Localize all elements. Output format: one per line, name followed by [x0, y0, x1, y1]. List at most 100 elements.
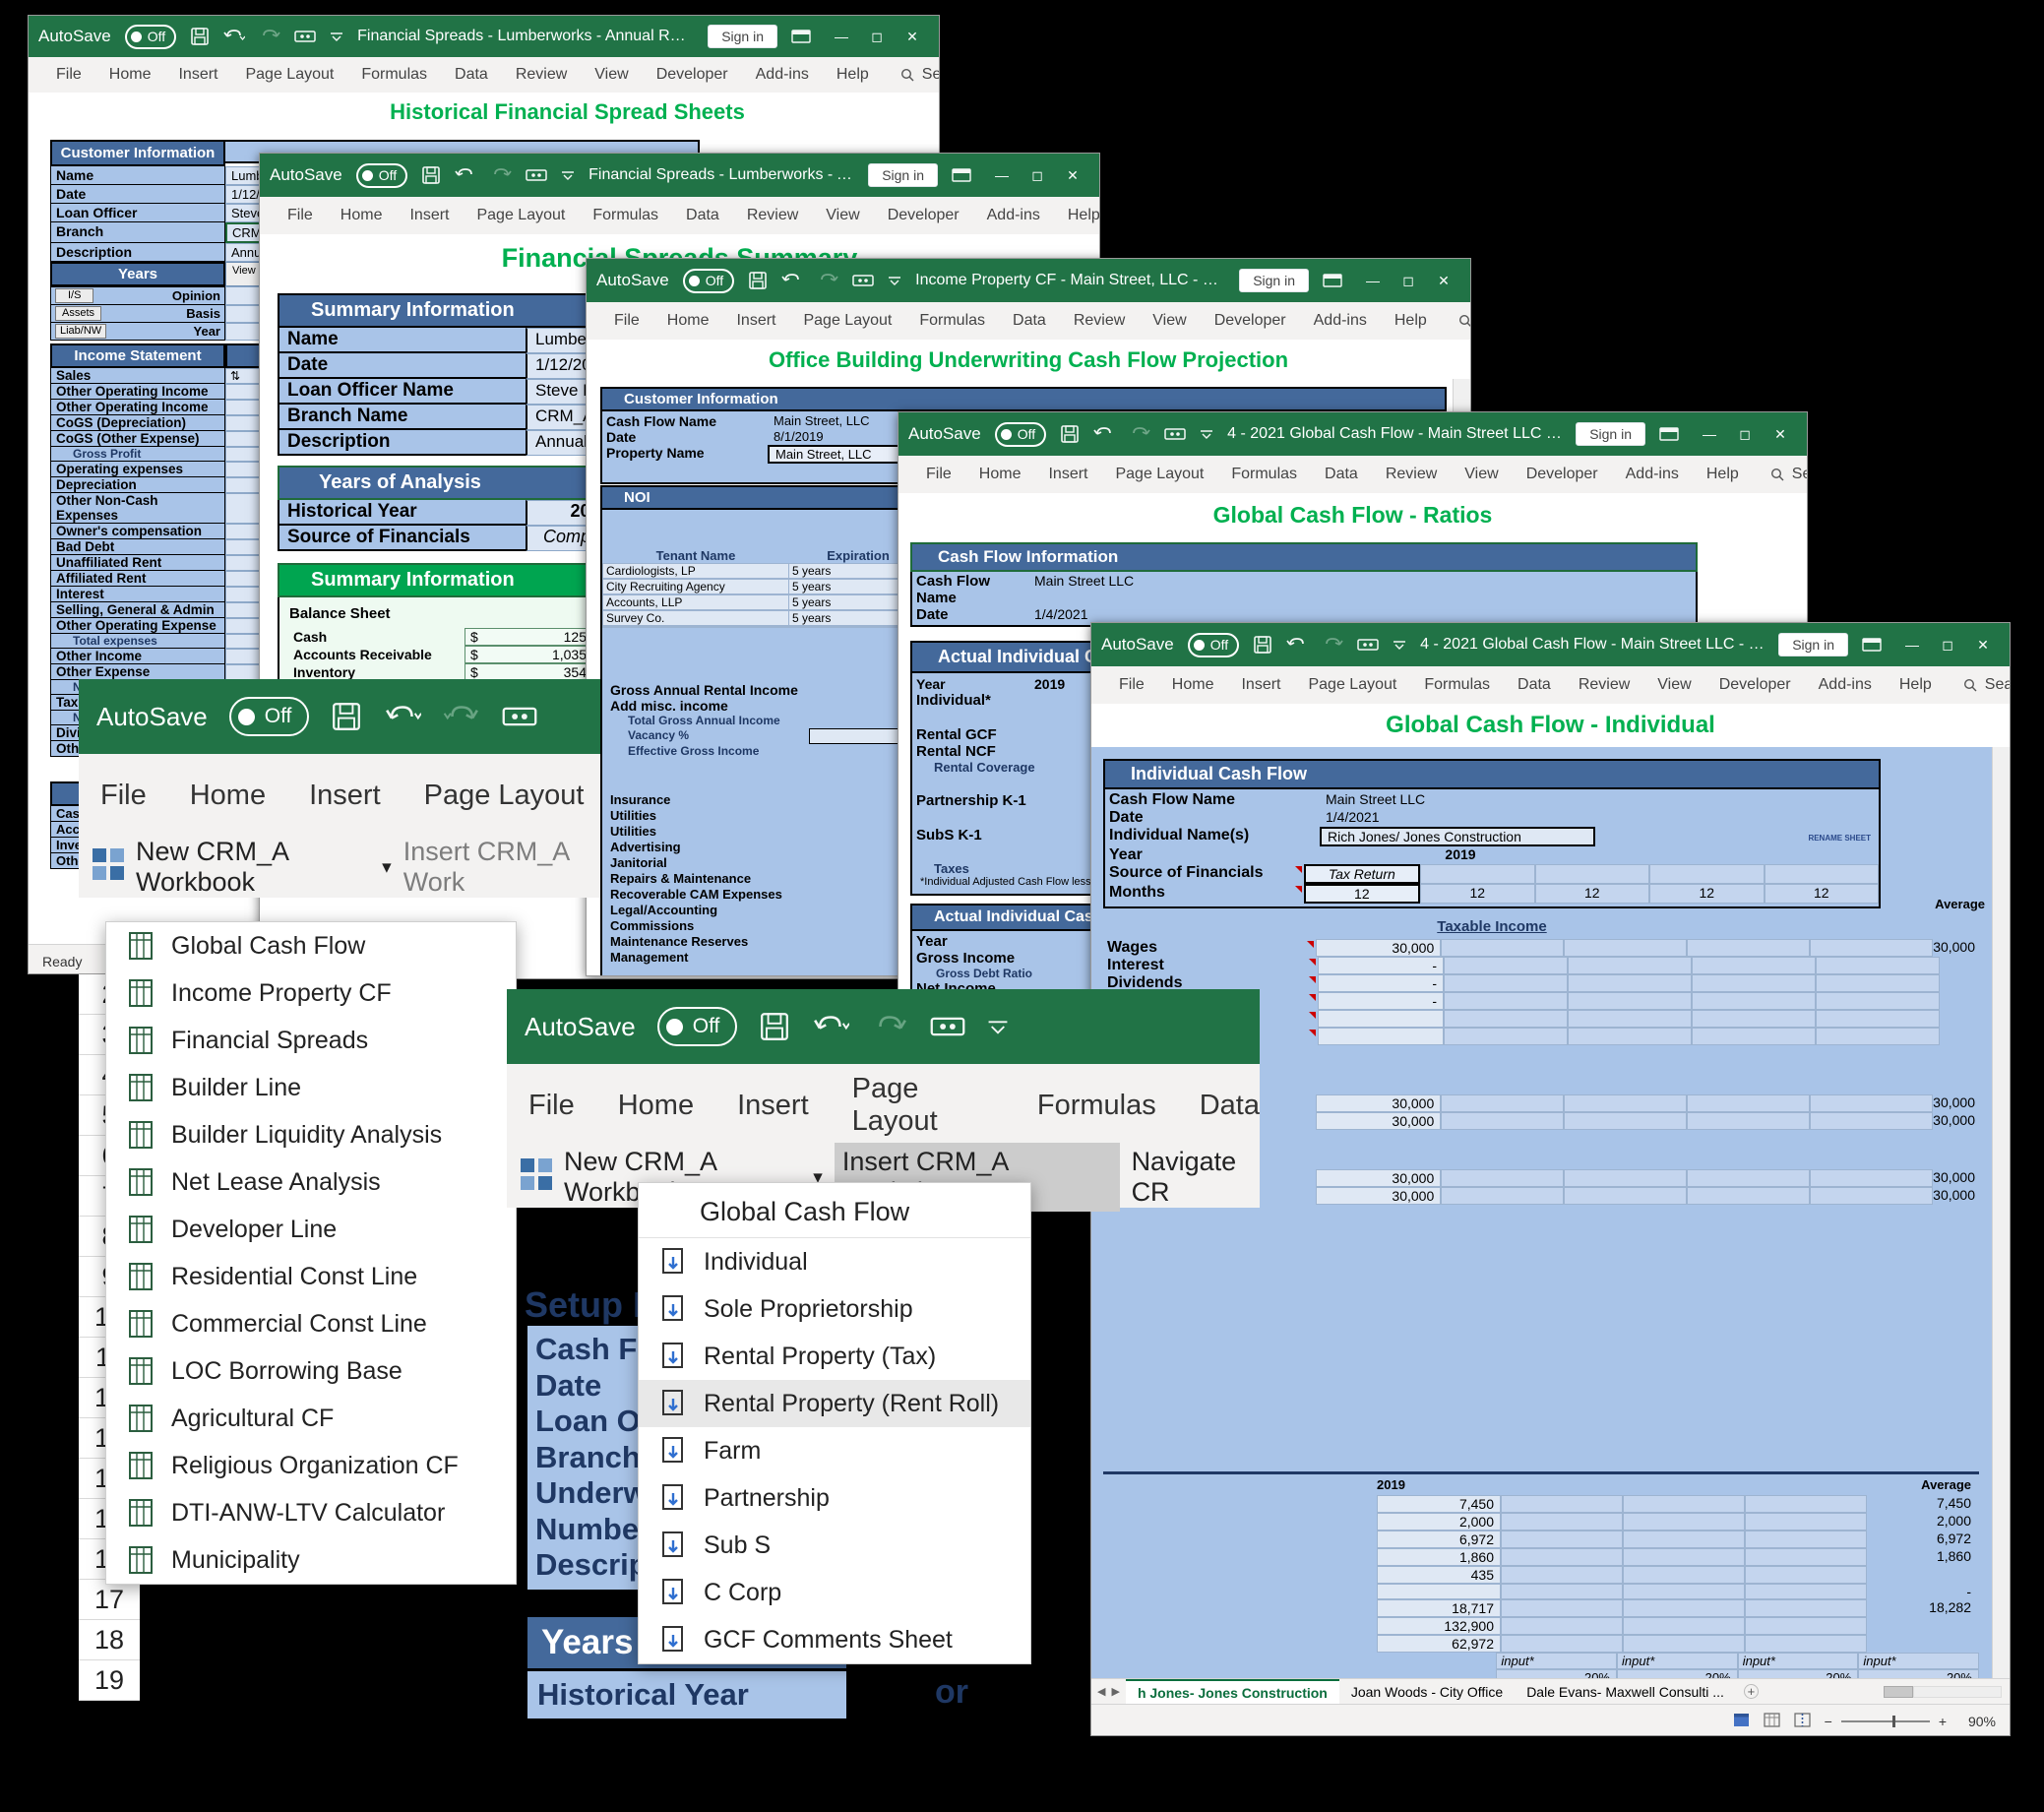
zoom-out-icon[interactable]: −	[1825, 1714, 1832, 1729]
save-icon[interactable]	[759, 1011, 790, 1042]
undo-icon[interactable]	[384, 702, 422, 731]
menu-item-0[interactable]: Global Cash Flow	[106, 922, 516, 969]
close-button[interactable]: ✕	[1056, 160, 1089, 190]
undo-icon[interactable]	[812, 1012, 850, 1041]
ribbon-tab-view[interactable]: View	[1643, 676, 1704, 694]
ribbon-tabs[interactable]: File Home Insert Page Layout Formulas Da…	[29, 57, 939, 93]
col-4[interactable]	[1745, 1635, 1867, 1653]
quick-access-more-icon[interactable]	[561, 170, 575, 180]
ribbon-tab-page-layout[interactable]: Page Layout	[424, 780, 585, 812]
autosave-toggle[interactable]: Off	[124, 24, 177, 49]
insert-crm-worksheet-menu[interactable]: Global Cash Flow Individual Sole Propriet…	[638, 1182, 1031, 1664]
search-box[interactable]: Search	[900, 66, 939, 84]
col-4[interactable]	[1692, 1028, 1816, 1045]
col-3[interactable]	[1623, 1617, 1745, 1635]
menu-item-7[interactable]: C Corp	[639, 1569, 1030, 1616]
col-3[interactable]	[1564, 1094, 1688, 1112]
col-3[interactable]	[1568, 1010, 1692, 1028]
row-value[interactable]: 12	[1303, 884, 1421, 904]
ribbon-tab-formulas[interactable]: Formulas	[579, 207, 672, 224]
row-value[interactable]: Main Street LLC	[1034, 573, 1696, 606]
ribbon-tab-data[interactable]: Data	[1311, 466, 1372, 483]
quick-access-more-icon[interactable]	[1393, 640, 1406, 650]
col-5[interactable]	[1764, 864, 1879, 884]
autosave-toggle[interactable]: Off	[682, 268, 735, 293]
horizontal-scrollbar[interactable]	[1884, 1685, 2002, 1698]
col-3[interactable]	[1534, 864, 1650, 884]
autosave-toggle[interactable]: Off	[355, 162, 408, 188]
col-5[interactable]	[1810, 1112, 1934, 1130]
page-break-view-icon[interactable]	[1794, 1712, 1811, 1730]
new-crm-workbook-button[interactable]: New CRM_A Workbook	[136, 837, 370, 898]
row-value[interactable]: 1/4/2021	[1320, 809, 1595, 827]
row-value[interactable]	[1318, 1010, 1444, 1028]
maximize-button[interactable]: ◻	[1728, 419, 1762, 449]
chevron-down-icon[interactable]: ▾	[382, 856, 392, 879]
ribbon-display-options-icon[interactable]	[1862, 637, 1882, 653]
ribbon-tab-developer[interactable]: Developer	[874, 207, 973, 224]
input-cell[interactable]: input*	[1496, 1653, 1618, 1669]
close-button[interactable]: ✕	[896, 22, 929, 51]
quick-access-more-icon[interactable]	[330, 31, 343, 41]
ribbon-tab-data[interactable]: Data	[1200, 1090, 1260, 1122]
menu-item-4[interactable]: Farm	[639, 1427, 1030, 1474]
ribbon-tab-addins[interactable]: Add-ins	[973, 207, 1054, 224]
touch-mode-icon[interactable]	[852, 273, 874, 288]
ribbon-tab-review[interactable]: Review	[502, 66, 581, 84]
menu-item-8[interactable]: GCF Comments Sheet	[639, 1616, 1030, 1663]
ribbon-tab-file[interactable]: File	[912, 466, 965, 483]
row-number[interactable]: 18	[79, 1620, 140, 1660]
input-cell[interactable]: input*	[1617, 1653, 1738, 1669]
col-3[interactable]	[1564, 1169, 1688, 1187]
ribbon-tab-home[interactable]: Home	[327, 207, 397, 224]
save-icon[interactable]	[748, 271, 768, 290]
col-2[interactable]	[1501, 1548, 1623, 1566]
quick-access-more-icon[interactable]	[1200, 429, 1213, 439]
ribbon-tab-data[interactable]: Data	[441, 66, 502, 84]
save-icon[interactable]	[1060, 424, 1080, 444]
col-4[interactable]	[1745, 1513, 1867, 1531]
col-4[interactable]	[1687, 1094, 1811, 1112]
normal-view-icon[interactable]	[1733, 1713, 1750, 1730]
col-3[interactable]	[1568, 974, 1692, 992]
ribbon-tab-review[interactable]: Review	[1565, 676, 1643, 694]
minimize-button[interactable]: —	[1356, 266, 1390, 295]
col-5[interactable]	[1816, 1010, 1940, 1028]
col-4[interactable]	[1687, 939, 1811, 957]
autosave-toggle[interactable]: Off	[228, 697, 310, 736]
zoom-slider[interactable]: − +	[1825, 1714, 1947, 1729]
row-value[interactable]: Main Street LLC	[1320, 791, 1595, 809]
col-3[interactable]	[1623, 1531, 1745, 1548]
ribbon-display-options-icon[interactable]	[952, 167, 971, 183]
sheet-tab-1[interactable]: Joan Woods - City Office	[1339, 1680, 1515, 1704]
col-3[interactable]: 12	[1534, 884, 1650, 904]
ribbon-display-options-icon[interactable]	[1659, 426, 1679, 442]
minimize-button[interactable]: —	[825, 22, 858, 51]
menu-item-6[interactable]: Sub S	[639, 1522, 1030, 1569]
col-3[interactable]	[1623, 1599, 1745, 1617]
col-2[interactable]	[1444, 1028, 1568, 1045]
ribbon-display-options-icon[interactable]	[1323, 273, 1342, 288]
ribbon-tab-addins[interactable]: Add-ins	[742, 66, 823, 84]
touch-mode-icon[interactable]	[502, 704, 537, 729]
ribbon-tab-file[interactable]: File	[274, 207, 327, 224]
col-4[interactable]	[1745, 1548, 1867, 1566]
ribbon-tab-insert[interactable]: Insert	[309, 780, 381, 812]
sign-in-button[interactable]: Sign in	[1778, 633, 1848, 656]
menu-item-5[interactable]: Partnership	[639, 1474, 1030, 1522]
row-value[interactable]: 435	[1377, 1566, 1501, 1584]
autosave-toggle[interactable]: Off	[1187, 632, 1240, 657]
col-4[interactable]	[1745, 1617, 1867, 1635]
row-value[interactable]: 62,972	[1377, 1635, 1501, 1653]
add-sheet-button[interactable]: +	[1743, 1684, 1759, 1699]
ribbon-tab-home[interactable]: Home	[965, 466, 1035, 483]
col-2[interactable]	[1501, 1599, 1623, 1617]
save-icon[interactable]	[190, 27, 210, 46]
assets-button[interactable]: Assets	[55, 306, 102, 321]
ribbon-tab-addins[interactable]: Add-ins	[1612, 466, 1693, 483]
menu-item-1[interactable]: Income Property CF	[106, 969, 516, 1017]
col-3[interactable]	[1623, 1513, 1745, 1531]
col-5[interactable]	[1810, 1169, 1934, 1187]
ribbon-tabs[interactable]: File Home Insert Page Layout Formulas Da…	[260, 197, 1099, 234]
sheet-tab-2[interactable]: Dale Evans- Maxwell Consulti ...	[1515, 1680, 1736, 1704]
